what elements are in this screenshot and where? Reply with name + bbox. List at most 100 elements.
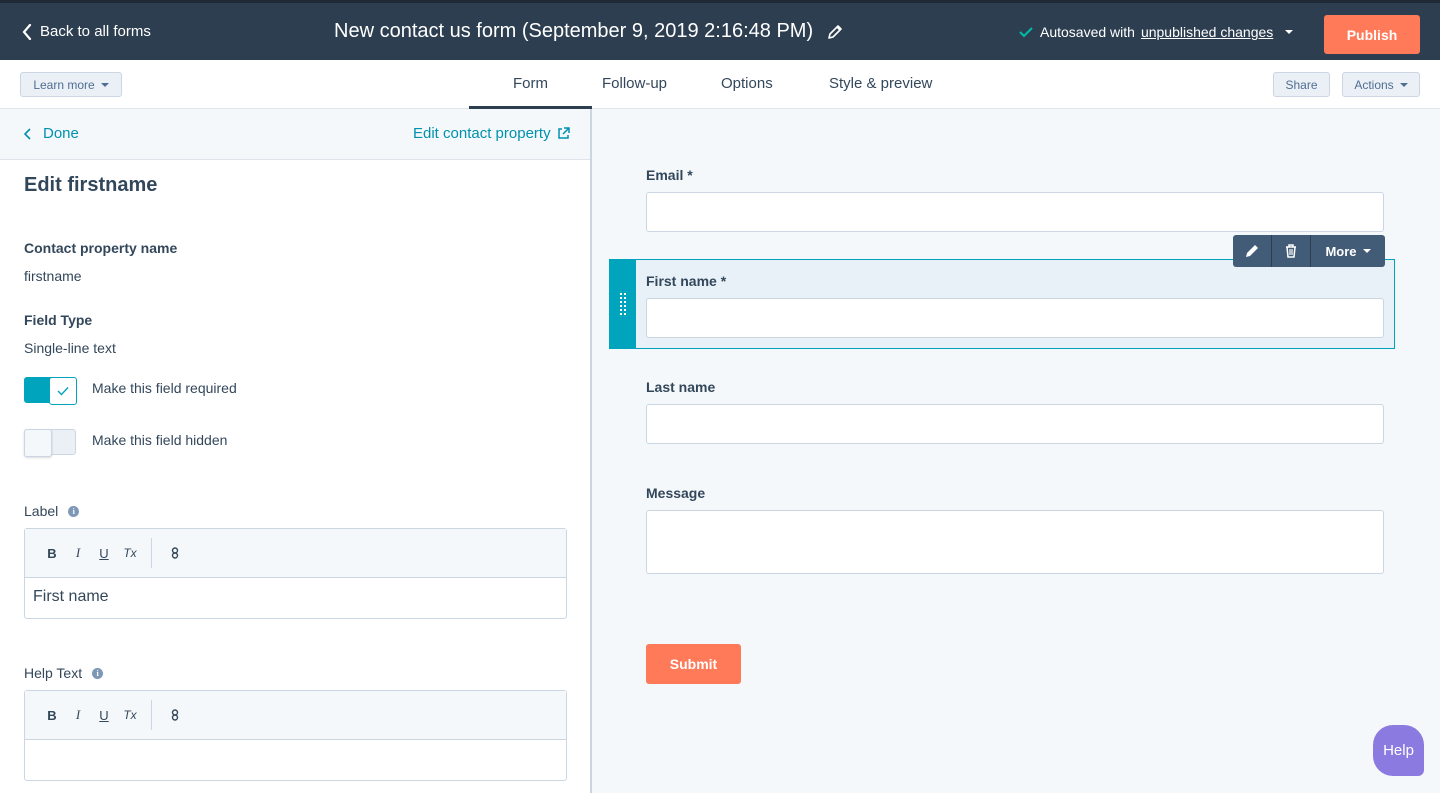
pencil-icon[interactable] <box>827 24 843 40</box>
underline-button[interactable]: U <box>91 540 117 566</box>
drag-grip-icon <box>620 293 626 315</box>
actions-button[interactable]: Actions <box>1342 72 1420 97</box>
link-button[interactable] <box>162 702 188 728</box>
toolbar-divider <box>151 538 152 568</box>
form-preview: Email * First name * More Last name Mess… <box>594 109 1440 793</box>
done-link[interactable]: Done <box>24 125 79 142</box>
toolbar-divider <box>151 700 152 730</box>
toggle-knob <box>24 429 52 457</box>
contact-property-name-label: Contact property name <box>24 240 178 256</box>
autosave-prefix: Autosaved with <box>1040 24 1135 40</box>
field-action-toolbar: More <box>1233 235 1385 267</box>
panel-header: Done Edit contact property <box>0 109 590 160</box>
learn-more-button[interactable]: Learn more <box>20 72 122 97</box>
bold-glyph: B <box>47 707 57 723</box>
edit-field-heading: Edit firstname <box>24 174 158 196</box>
back-to-forms-link[interactable]: Back to all forms <box>22 23 151 40</box>
label-heading-text: Label <box>24 503 59 519</box>
underline-glyph: U <box>99 545 109 561</box>
link-icon <box>171 709 179 721</box>
checkmark-icon <box>1019 27 1033 38</box>
clear-format-button[interactable]: Tx <box>117 702 143 728</box>
rte-toolbar: B I U Tx <box>25 529 566 578</box>
link-button[interactable] <box>162 540 188 566</box>
edit-contact-property-label: Edit contact property <box>413 125 551 142</box>
trash-icon <box>1286 244 1296 258</box>
top-header: Back to all forms New contact us form (S… <box>0 0 1440 60</box>
edit-field-button[interactable] <box>1233 235 1272 267</box>
lastname-field-label: Last name <box>646 379 716 395</box>
bold-button[interactable]: B <box>39 702 65 728</box>
checkmark-icon <box>57 387 69 396</box>
clear-format-glyph: Tx <box>123 708 137 722</box>
required-toggle-label: Make this field required <box>92 380 237 396</box>
hidden-toggle[interactable] <box>24 429 76 457</box>
more-actions-button[interactable]: More <box>1311 235 1385 267</box>
field-type-label: Field Type <box>24 312 93 328</box>
tab-form[interactable]: Form <box>469 75 592 109</box>
help-text-rich-text-editor: B I U Tx <box>24 690 567 781</box>
more-label: More <box>1325 243 1357 259</box>
clear-format-button[interactable]: Tx <box>117 540 143 566</box>
contact-property-name-value: firstname <box>24 268 82 284</box>
label-rich-text-editor: B I U Tx First name <box>24 528 567 619</box>
delete-field-button[interactable] <box>1272 235 1311 267</box>
form-title: New contact us form (September 9, 2019 2… <box>334 20 843 43</box>
italic-button[interactable]: I <box>65 540 91 566</box>
toggle-knob <box>49 377 77 405</box>
back-label: Back to all forms <box>40 23 151 40</box>
done-label: Done <box>43 125 79 142</box>
required-toggle[interactable] <box>24 377 77 405</box>
caret-down-icon <box>1399 82 1408 87</box>
message-field[interactable] <box>646 510 1384 574</box>
italic-glyph: I <box>75 545 81 560</box>
underline-glyph: U <box>99 707 109 723</box>
external-link-icon <box>557 127 570 139</box>
label-field-heading: Label i <box>24 503 80 519</box>
email-field[interactable] <box>646 192 1384 232</box>
chevron-left-icon <box>24 127 31 140</box>
field-editor-panel: Done Edit contact property Edit firstnam… <box>0 109 592 793</box>
lastname-field[interactable] <box>646 404 1384 444</box>
autosave-status: Autosaved with unpublished changes <box>1018 24 1294 40</box>
caret-down-icon[interactable] <box>1285 30 1294 34</box>
help-text-field-heading: Help Text i <box>24 665 104 681</box>
bold-glyph: B <box>47 545 57 561</box>
caret-down-icon <box>100 82 109 87</box>
caret-down-icon <box>1362 249 1371 253</box>
italic-button[interactable]: I <box>65 702 91 728</box>
link-icon <box>171 547 179 559</box>
share-button[interactable]: Share <box>1273 72 1330 97</box>
firstname-field-label: First name * <box>646 273 727 289</box>
bold-button[interactable]: B <box>39 540 65 566</box>
publish-button[interactable]: Publish <box>1324 15 1420 54</box>
drag-handle[interactable] <box>610 260 636 348</box>
help-button[interactable]: Help <box>1373 725 1424 776</box>
message-field-label: Message <box>646 485 706 501</box>
info-icon[interactable]: i <box>92 667 104 679</box>
email-field-label: Email * <box>646 167 693 183</box>
info-icon[interactable]: i <box>68 505 80 517</box>
learn-more-label: Learn more <box>33 77 95 92</box>
hidden-toggle-label: Make this field hidden <box>92 432 228 448</box>
tab-bar: Learn more Form Follow-up Options Style … <box>0 60 1440 109</box>
pencil-icon <box>1246 245 1258 257</box>
tab-follow-up[interactable]: Follow-up <box>602 75 667 92</box>
tab-style-preview[interactable]: Style & preview <box>829 75 932 92</box>
field-type-value: Single-line text <box>24 340 116 356</box>
firstname-field[interactable] <box>646 298 1384 338</box>
tab-options[interactable]: Options <box>721 75 773 92</box>
actions-label: Actions <box>1354 77 1394 92</box>
submit-button[interactable]: Submit <box>646 644 741 684</box>
chevron-left-icon <box>22 23 32 40</box>
form-title-text: New contact us form (September 9, 2019 2… <box>334 20 814 42</box>
unpublished-changes-link[interactable]: unpublished changes <box>1141 24 1273 40</box>
underline-button[interactable]: U <box>91 702 117 728</box>
clear-format-glyph: Tx <box>123 546 137 560</box>
italic-glyph: I <box>75 707 81 722</box>
label-input[interactable]: First name <box>25 578 566 618</box>
help-text-input[interactable] <box>25 740 566 780</box>
rte-toolbar: B I U Tx <box>25 691 566 740</box>
help-text-heading-text: Help Text <box>24 665 83 681</box>
edit-contact-property-link[interactable]: Edit contact property <box>413 125 570 142</box>
